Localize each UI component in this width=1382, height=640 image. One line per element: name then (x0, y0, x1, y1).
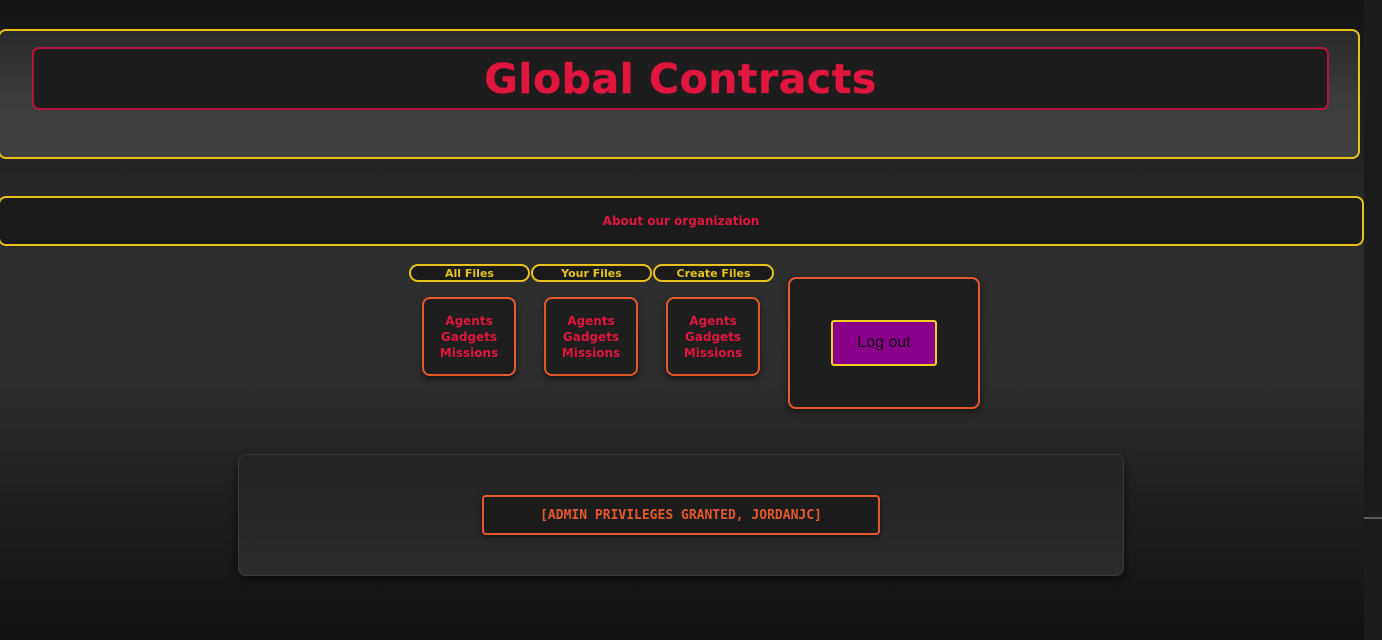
gadgets-link[interactable]: Gadgets (685, 329, 741, 345)
tab-your-files[interactable]: Your Files (531, 264, 652, 282)
gadgets-link[interactable]: Gadgets (441, 329, 497, 345)
agents-link[interactable]: Agents (689, 313, 736, 329)
agents-link[interactable]: Agents (445, 313, 492, 329)
vertical-scrollbar[interactable] (1364, 0, 1382, 640)
about-link[interactable]: About our organization (603, 214, 760, 228)
admin-panel: [ADMIN PRIVILEGES GRANTED, JORDANJC] (238, 454, 1124, 576)
missions-link[interactable]: Missions (684, 345, 742, 361)
missions-link[interactable]: Missions (562, 345, 620, 361)
scrollbar-thumb[interactable] (1364, 517, 1382, 519)
gadgets-link[interactable]: Gadgets (563, 329, 619, 345)
page-title: Global Contracts (484, 54, 877, 103)
tab-all-files[interactable]: All Files (409, 264, 530, 282)
files-card-create: Agents Gadgets Missions (666, 297, 760, 376)
missions-link[interactable]: Missions (440, 345, 498, 361)
title-banner: Global Contracts (32, 47, 1329, 110)
logout-panel: Log out (788, 277, 980, 409)
admin-status-badge: [ADMIN PRIVILEGES GRANTED, JORDANJC] (482, 495, 880, 535)
tab-create-files[interactable]: Create Files (653, 264, 774, 282)
agents-link[interactable]: Agents (567, 313, 614, 329)
logout-button[interactable]: Log out (831, 320, 937, 366)
files-card-your: Agents Gadgets Missions (544, 297, 638, 376)
about-bar: About our organization (0, 196, 1364, 246)
files-card-all: Agents Gadgets Missions (422, 297, 516, 376)
